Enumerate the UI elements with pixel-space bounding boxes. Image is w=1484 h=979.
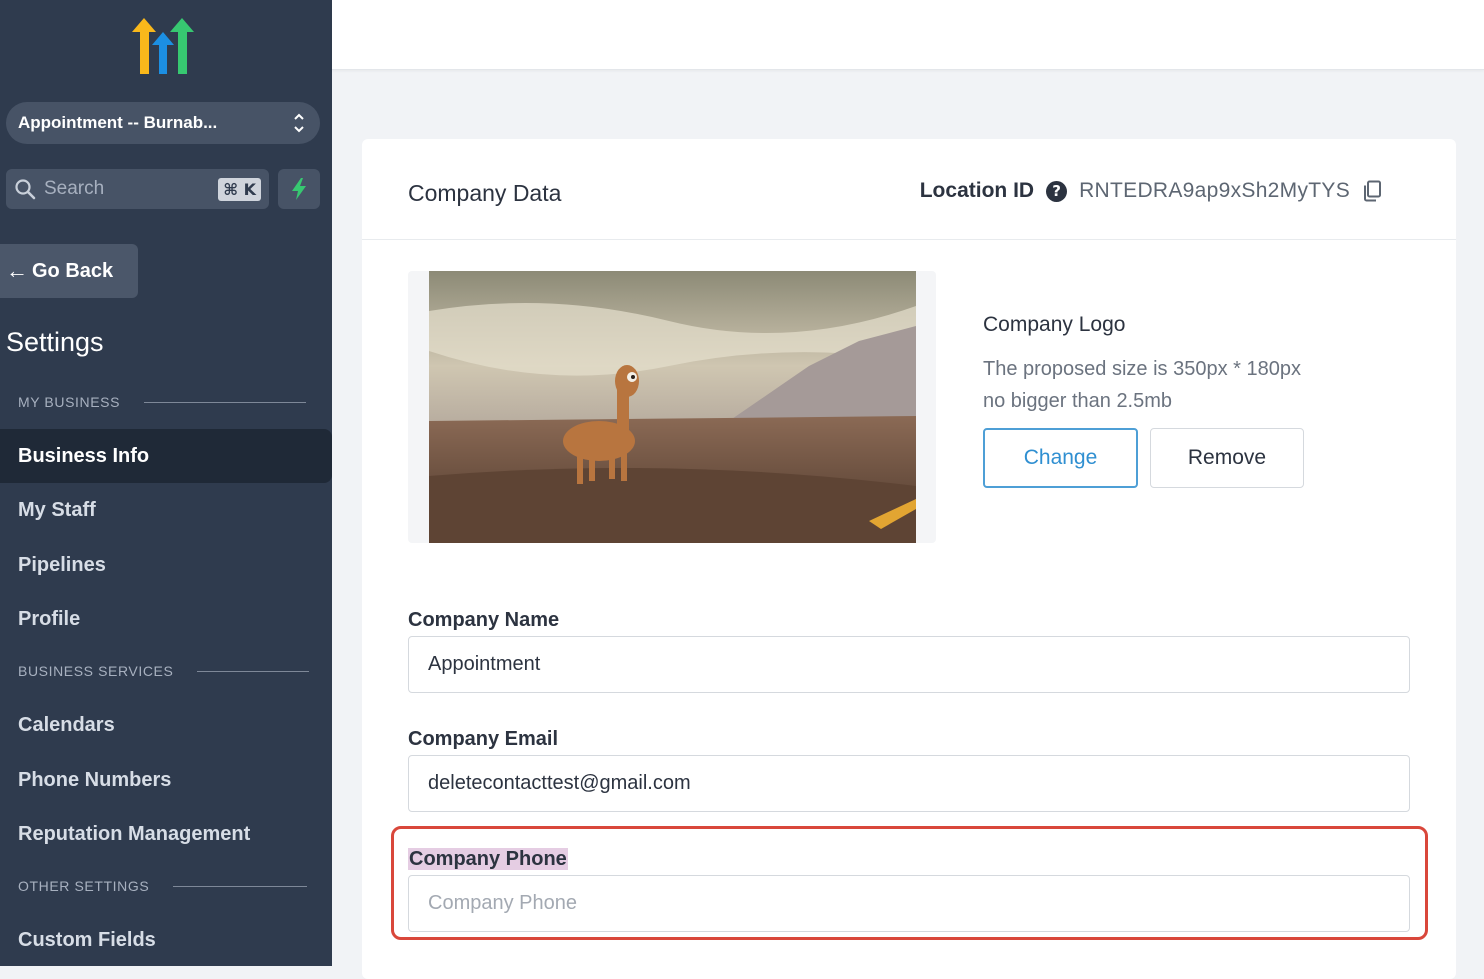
logo-actions: Change Remove — [983, 428, 1304, 488]
location-switcher-label: Appointment -- Burnab... — [18, 113, 218, 132]
company-email-input[interactable] — [408, 755, 1410, 812]
company-name-label: Company Name — [408, 609, 560, 631]
change-logo-button[interactable]: Change — [983, 428, 1138, 488]
section-label-text: OTHER SETTINGS — [18, 878, 150, 894]
section-label-business-services: BUSINESS SERVICES — [18, 663, 310, 679]
sidebar-item-business-info[interactable]: Business Info — [0, 429, 332, 483]
card-header: Company Data Location ID ? RNTEDRA9ap9xS… — [362, 139, 1456, 240]
section-label-other-settings: OTHER SETTINGS — [18, 878, 308, 894]
section-label-text: MY BUSINESS — [18, 394, 121, 410]
section-divider — [197, 670, 310, 672]
help-icon[interactable]: ? — [1046, 180, 1068, 202]
sidebar-item-phone-numbers[interactable]: Phone Numbers — [0, 753, 332, 807]
sidebar-item-label: Business Info — [18, 444, 150, 467]
section-divider — [173, 885, 308, 887]
logo-info: Company Logo The proposed size is 350px … — [983, 313, 1301, 417]
logo-title: Company Logo — [983, 313, 1126, 336]
location-id-label: Location ID — [919, 179, 1035, 202]
app-logo[interactable] — [132, 18, 194, 78]
search-icon — [15, 179, 36, 200]
remove-logo-button[interactable]: Remove — [1150, 428, 1304, 488]
arrow-left-icon: ← — [6, 258, 28, 283]
sidebar-item-label: Calendars — [18, 713, 115, 736]
search-shortcut-badge: ⌘ K — [218, 177, 261, 201]
location-id-value: RNTEDRA9ap9xSh2MyTYS — [1079, 179, 1350, 202]
location-switcher[interactable]: Appointment -- Burnab... — [6, 102, 320, 144]
sidebar-item-reputation-management[interactable]: Reputation Management — [0, 807, 332, 861]
sidebar-item-label: Pipelines — [18, 553, 106, 576]
chevron-up-down-icon — [294, 113, 304, 133]
company-phone-highlight — [391, 826, 1428, 940]
company-logo-image — [429, 271, 916, 543]
logo-hint-weight: no bigger than 2.5mb — [983, 390, 1173, 412]
sidebar: Appointment -- Burnab... ⌘ K ← Go Back S… — [0, 0, 332, 966]
sidebar-item-label: My Staff — [18, 498, 96, 521]
copy-icon[interactable] — [1362, 180, 1382, 202]
top-header-bar — [332, 0, 1484, 70]
company-email-label: Company Email — [408, 728, 559, 750]
search-box: ⌘ K — [6, 169, 269, 209]
location-id-row: Location ID ? RNTEDRA9ap9xSh2MyTYS — [920, 179, 1382, 203]
go-back-button[interactable]: ← Go Back — [0, 244, 138, 298]
company-name-input[interactable] — [408, 636, 1410, 693]
settings-title: Settings — [6, 327, 104, 357]
search-input[interactable] — [42, 177, 219, 201]
section-label-text: BUSINESS SERVICES — [18, 663, 174, 679]
sidebar-item-profile[interactable]: Profile — [0, 592, 332, 646]
sidebar-item-my-staff[interactable]: My Staff — [0, 483, 332, 537]
sidebar-item-label: Profile — [18, 607, 81, 630]
sidebar-item-calendars[interactable]: Calendars — [0, 698, 332, 752]
sidebar-item-label: Custom Fields — [18, 928, 156, 951]
section-label-my-business: MY BUSINESS — [18, 394, 307, 410]
sidebar-item-custom-fields[interactable]: Custom Fields — [0, 913, 332, 967]
company-logo-frame — [408, 271, 936, 543]
sidebar-item-label: Phone Numbers — [18, 768, 172, 791]
sidebar-item-pipelines[interactable]: Pipelines — [0, 538, 332, 592]
lightning-bolt-icon — [292, 178, 306, 200]
logo-hint-size: The proposed size is 350px * 180px — [983, 358, 1301, 380]
go-back-label: Go Back — [32, 259, 114, 282]
section-divider — [144, 401, 307, 403]
quick-actions-button[interactable] — [278, 169, 320, 209]
card-title: Company Data — [408, 180, 562, 206]
sidebar-item-label: Reputation Management — [18, 822, 251, 845]
